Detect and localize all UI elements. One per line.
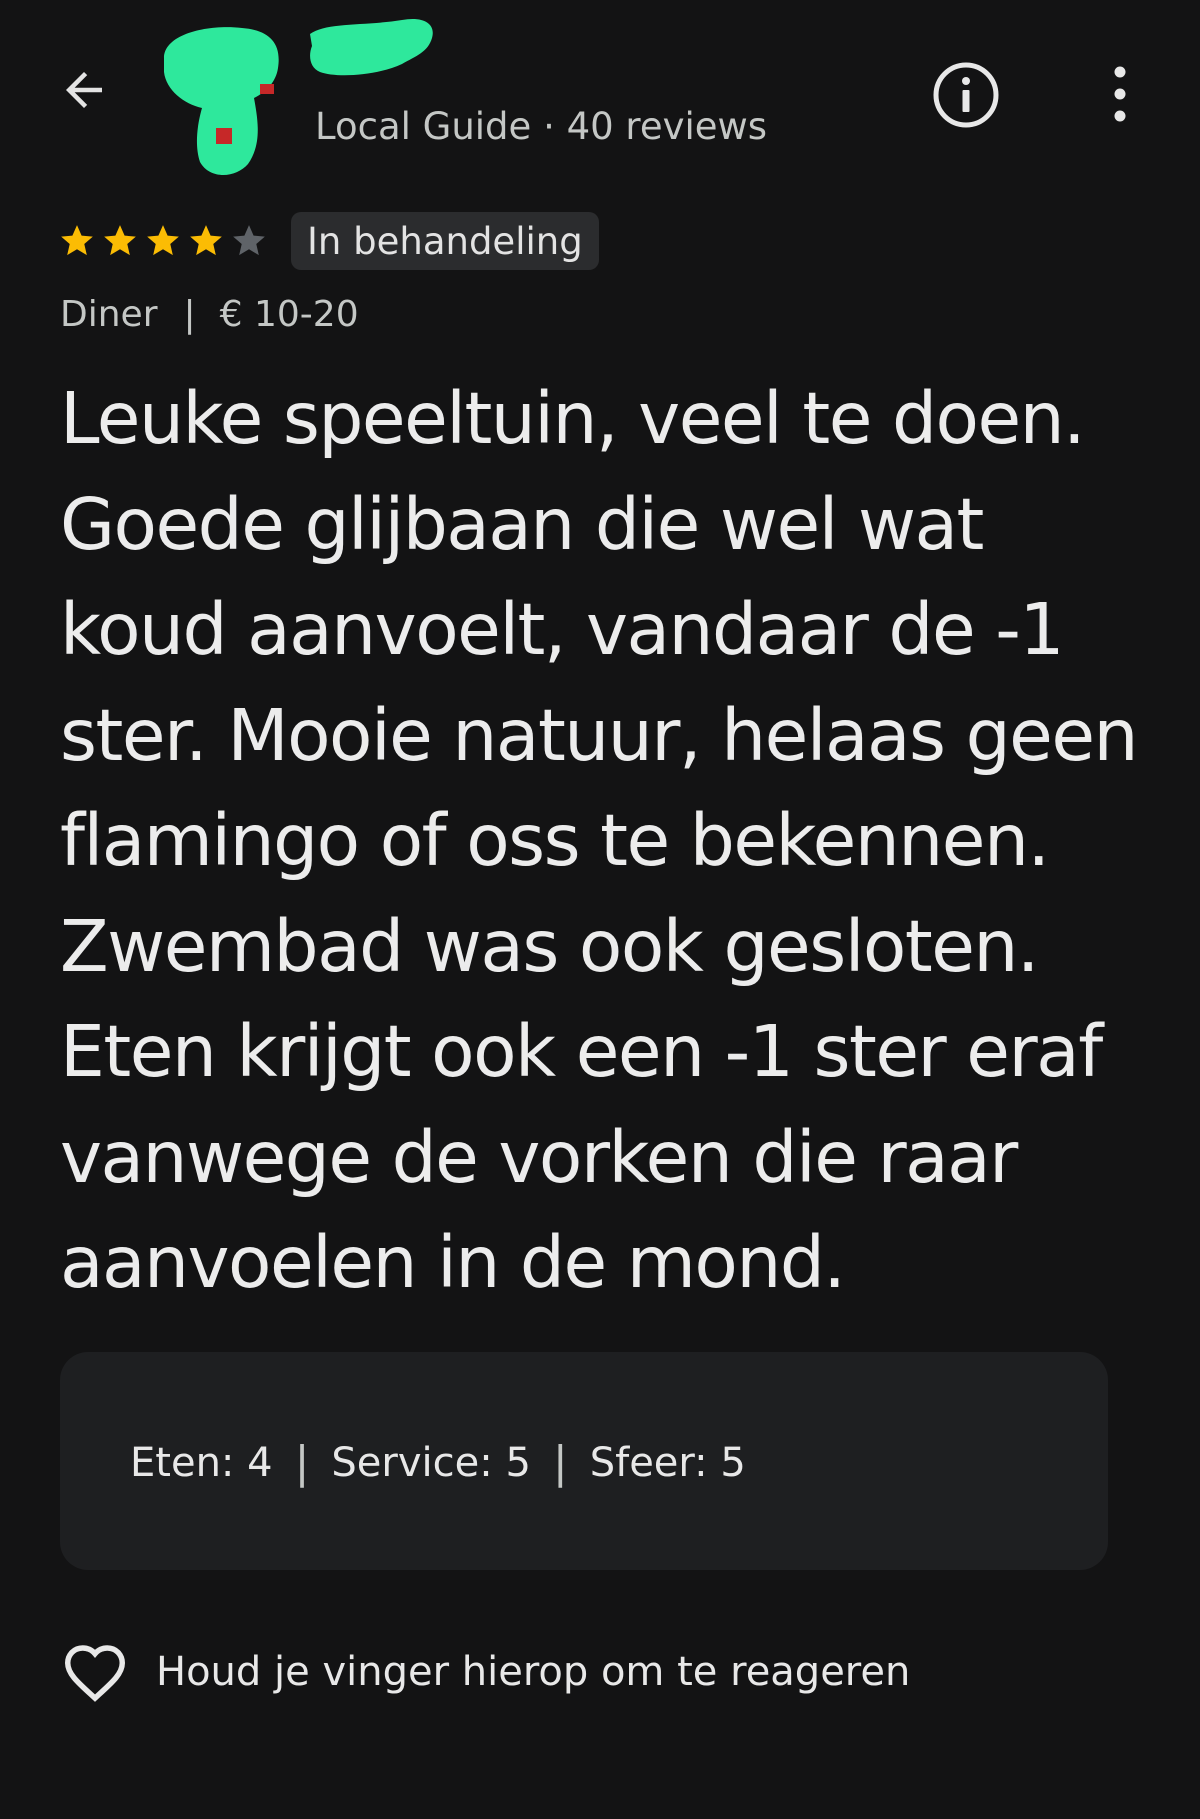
more-options-button[interactable] xyxy=(1100,62,1140,126)
reviewer-subtitle: Local Guide · 40 reviews xyxy=(315,105,768,148)
redacted-name xyxy=(310,18,433,76)
star-filled-icon xyxy=(61,225,93,256)
info-icon xyxy=(933,62,999,128)
review-line: koud aanvoelt, vandaar de -1 xyxy=(60,588,1065,671)
sub-ratings: Eten: 4 | Service: 5 | Sfeer: 5 xyxy=(130,1437,746,1488)
meal-type: Diner xyxy=(60,294,158,335)
review-line: Goede glijbaan die wel wat xyxy=(60,482,984,566)
star-empty-icon xyxy=(233,225,265,256)
atmosphere-rating-label: Sfeer: xyxy=(589,1439,708,1486)
service-rating-label: Service: xyxy=(331,1439,493,1486)
avatar[interactable] xyxy=(150,20,290,180)
review-header: Local Guide · 40 reviews xyxy=(0,0,1200,180)
star-filled-icon xyxy=(190,225,222,256)
star-filled-icon xyxy=(104,225,136,256)
atmosphere-rating-value: 5 xyxy=(720,1439,746,1486)
review-line: flamingo of oss te bekennen. xyxy=(60,799,1050,882)
food-rating-value: 4 xyxy=(247,1439,273,1486)
price-range: € 10-20 xyxy=(219,294,359,335)
visit-meta: Diner | € 10-20 xyxy=(60,294,359,335)
review-line: Leuke speeltuin, veel te doen. xyxy=(60,377,1086,460)
star-filled-icon xyxy=(147,225,179,256)
back-button[interactable] xyxy=(52,58,116,122)
review-line: aanvoelen in de mond. xyxy=(60,1221,846,1304)
sub-rating-separator: | xyxy=(294,1437,310,1488)
sub-rating-separator: | xyxy=(552,1437,568,1488)
info-button[interactable] xyxy=(931,60,1001,130)
service-rating: Service: 5 xyxy=(331,1440,530,1486)
service-rating-value: 5 xyxy=(505,1439,531,1486)
review-line: Eten krijgt ook een -1 ster eraf xyxy=(60,1010,1103,1093)
food-rating-label: Eten: xyxy=(130,1439,235,1486)
sub-ratings-card: Eten: 4 | Service: 5 | Sfeer: 5 xyxy=(60,1352,1108,1570)
atmosphere-rating: Sfeer: 5 xyxy=(590,1440,746,1486)
meta-separator: | xyxy=(183,294,196,335)
review-text: Leuke speeltuin, veel te doen. Goede gli… xyxy=(60,366,1170,1316)
food-rating: Eten: 4 xyxy=(130,1440,273,1486)
review-line: ster. Mooie natuur, helaas geen xyxy=(60,693,1139,777)
review-line: vanwege de vorken die raar xyxy=(60,1115,1018,1199)
react-button[interactable]: Houd je vinger hierop om te reageren xyxy=(60,1642,910,1702)
review-line: Zwembad was ook gesloten. xyxy=(60,904,1039,988)
more-vert-icon xyxy=(1114,66,1126,122)
star-rating xyxy=(58,210,273,272)
arrow-back-icon xyxy=(66,72,102,108)
react-label: Houd je vinger hierop om te reageren xyxy=(156,1649,911,1695)
status-badge: In behandeling xyxy=(291,212,599,270)
rating-row: In behandeling xyxy=(58,210,599,272)
heart-outline-icon xyxy=(60,1642,130,1702)
